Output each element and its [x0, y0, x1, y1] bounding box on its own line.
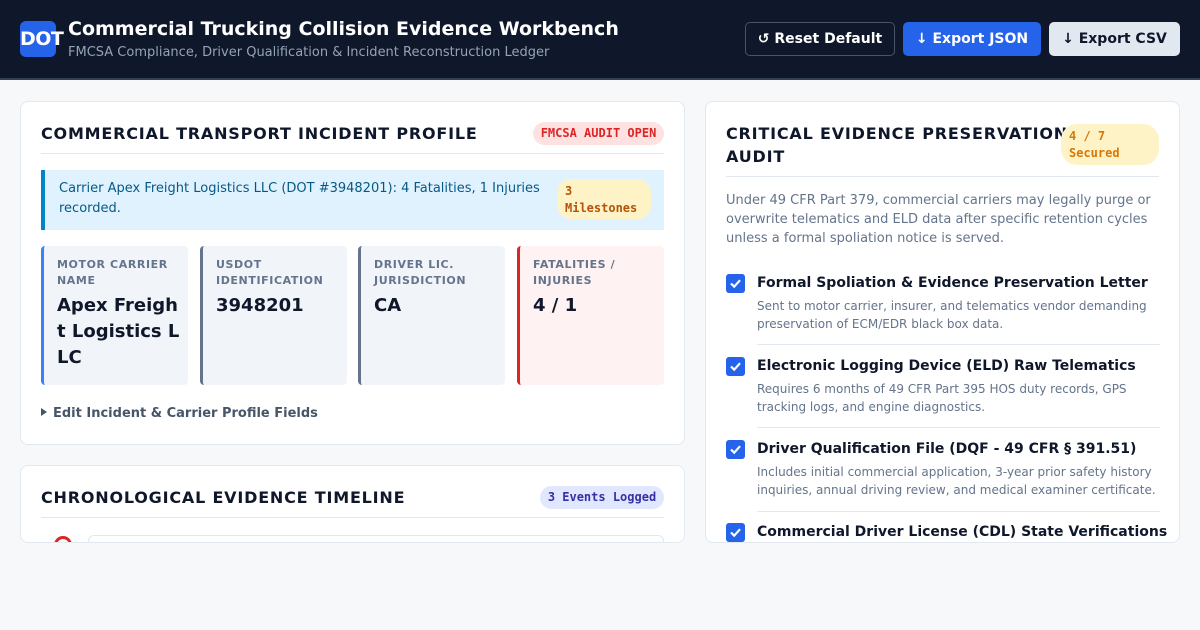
audit-item-title: Electronic Logging Device (ELD) Raw Tele… [757, 358, 1136, 374]
card-label: FATALITIES / INJURIES [533, 258, 616, 287]
carrier-name-value: Apex Freight Logistics LLC [57, 295, 180, 368]
app-subtitle: FMCSA Compliance, Driver Qualification &… [68, 45, 550, 60]
dot-logo: DOT [20, 21, 64, 57]
edit-profile-toggle[interactable]: Edit Incident & Carrier Profile Fields [41, 406, 318, 421]
checkbox[interactable] [726, 440, 745, 459]
card-label: DRIVER LIC. JURISDICTION [374, 258, 467, 287]
checkbox[interactable] [726, 357, 745, 376]
audit-intro-text: Under 49 CFR Part 379, commercial carrie… [726, 193, 1151, 246]
milestones-badge: 3 Milestones [557, 179, 651, 219]
jurisdiction-card: DRIVER LIC. JURISDICTION CA [358, 246, 505, 385]
events-logged-badge: 3 Events Logged [540, 486, 664, 509]
audit-item-desc: Requires 6 months of 49 CFR Part 395 HOS… [757, 382, 1127, 414]
audit-title: CRITICAL EVIDENCE PRESERVATION AUDIT [726, 122, 1068, 168]
evidence-timeline-panel: CHRONOLOGICAL EVIDENCE TIMELINE 3 Events… [20, 465, 685, 543]
incident-summary-banner: Carrier Apex Freight Logistics LLC (DOT … [41, 170, 664, 230]
audit-status-badge: FMCSA AUDIT OPEN [533, 122, 664, 145]
audit-title-line1: CRITICAL EVIDENCE PRESERVATION [726, 124, 1068, 143]
divider [726, 176, 1159, 177]
divider [41, 153, 664, 154]
app-title: Commercial Trucking Collision Evidence W… [68, 18, 619, 40]
checkbox[interactable] [726, 274, 745, 293]
secured-count-badge: 4 / 7 Secured [1061, 124, 1159, 165]
audit-item-title: Formal Spoliation & Evidence Preservatio… [757, 275, 1148, 291]
divider [41, 517, 664, 518]
app-header: DOT Commercial Trucking Collision Eviden… [0, 0, 1200, 80]
usdot-card: USDOT IDENTIFICATION 3948201 [200, 246, 347, 385]
edit-profile-label: Edit Incident & Carrier Profile Fields [53, 406, 318, 421]
divider [757, 511, 1160, 512]
audit-item-title: Driver Qualification File (DQF - 49 CFR … [757, 441, 1137, 457]
jurisdiction-value: CA [374, 295, 402, 316]
card-label: USDOT IDENTIFICATION [216, 258, 324, 287]
timeline-title: CHRONOLOGICAL EVIDENCE TIMELINE [41, 488, 406, 507]
timeline-dot-icon [54, 536, 72, 542]
divider [757, 344, 1160, 345]
reset-default-button[interactable]: ↺ Reset Default [745, 22, 895, 56]
card-label: MOTOR CARRIER NAME [57, 258, 168, 287]
timeline-event-card[interactable] [88, 535, 664, 542]
incident-profile-title: COMMERCIAL TRANSPORT INCIDENT PROFILE [41, 124, 478, 143]
fatalities-value: 4 / 1 [533, 295, 578, 316]
export-json-button[interactable]: ↓ Export JSON [903, 22, 1041, 56]
audit-item-title: Commercial Driver License (CDL) State Ve… [757, 524, 1168, 540]
usdot-value: 3948201 [216, 295, 304, 316]
audit-item-desc: Includes initial commercial application,… [757, 465, 1156, 497]
incident-profile-panel: COMMERCIAL TRANSPORT INCIDENT PROFILE FM… [20, 101, 685, 445]
evidence-audit-panel: CRITICAL EVIDENCE PRESERVATION AUDIT 4 /… [705, 101, 1180, 543]
incident-summary-text: Carrier Apex Freight Logistics LLC (DOT … [59, 181, 540, 216]
checkbox[interactable] [726, 523, 745, 542]
checkmark-icon [730, 445, 741, 455]
checkmark-icon [730, 362, 741, 372]
export-csv-button[interactable]: ↓ Export CSV [1049, 22, 1180, 56]
divider [757, 427, 1160, 428]
fatalities-card: FATALITIES / INJURIES 4 / 1 [517, 246, 664, 385]
checkmark-icon [730, 279, 741, 289]
audit-title-line2: AUDIT [726, 147, 786, 166]
triangle-right-icon [41, 408, 47, 416]
carrier-name-card: MOTOR CARRIER NAME Apex Freight Logistic… [41, 246, 188, 385]
checkmark-icon [730, 528, 741, 538]
audit-item-desc: Sent to motor carrier, insurer, and tele… [757, 299, 1147, 331]
